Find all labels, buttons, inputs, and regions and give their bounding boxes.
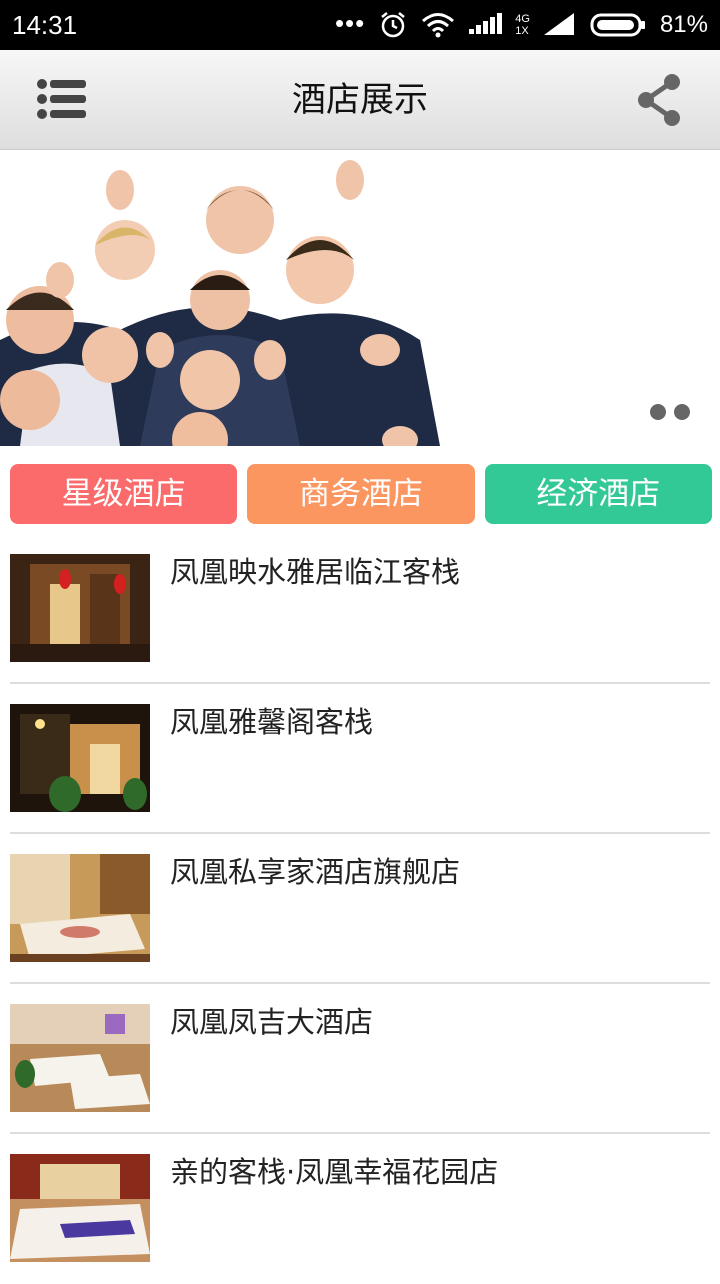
list-item[interactable]: 凤凰映水雅居临江客栈 bbox=[10, 534, 710, 684]
hotel-name: 亲的客栈·凤凰幸福花园店 bbox=[170, 1155, 499, 1189]
hotel-name: 凤凰私享家酒店旗舰店 bbox=[170, 855, 461, 889]
budget-hotel-button[interactable]: 经济酒店 bbox=[484, 464, 712, 524]
battery-icon bbox=[590, 13, 645, 37]
hotel-entrance-photo bbox=[10, 704, 150, 812]
hotel-name: 凤凰凤吉大酒店 bbox=[170, 1005, 374, 1039]
app-header: 酒店展示 bbox=[0, 50, 720, 150]
list-item[interactable]: 亲的客栈·凤凰幸福花园店 bbox=[10, 1134, 710, 1284]
network-type-label: 4G bbox=[515, 13, 530, 25]
hotel-thumbnail bbox=[10, 854, 150, 962]
status-time: 14:31 bbox=[12, 10, 78, 40]
crowd-thumbs-up-photo bbox=[0, 150, 720, 446]
network-sub-label: 1X bbox=[515, 25, 529, 37]
hotel-double-room-photo bbox=[10, 1154, 150, 1262]
list-item[interactable]: 凤凰私享家酒店旗舰店 bbox=[10, 834, 710, 984]
battery-percent: 81% bbox=[659, 11, 708, 38]
hotel-bedroom-photo bbox=[10, 854, 150, 962]
status-icons: ••• 4G 1X 81% bbox=[335, 6, 708, 44]
more-dots: ••• bbox=[334, 8, 366, 38]
alarm-icon bbox=[381, 12, 406, 38]
carousel-indicator bbox=[650, 404, 690, 420]
list-item[interactable]: 凤凰雅馨阁客栈 bbox=[10, 684, 710, 834]
carousel-dot[interactable] bbox=[674, 404, 690, 420]
star-hotel-button[interactable]: 星级酒店 bbox=[10, 464, 238, 524]
signal-icon bbox=[469, 13, 503, 34]
hotel-list: 凤凰映水雅居临江客栈 凤凰雅馨阁客栈 凤凰私享家酒店旗舰店 凤凰凤吉大酒店 亲的… bbox=[10, 534, 710, 1284]
hotel-thumbnail bbox=[10, 704, 150, 812]
wifi-icon bbox=[422, 13, 455, 38]
share-icon bbox=[638, 74, 680, 126]
banner-carousel[interactable] bbox=[0, 150, 720, 446]
cell-signal-icon bbox=[543, 13, 574, 35]
page-title: 酒店展示 bbox=[292, 80, 428, 120]
hotel-name: 凤凰雅馨阁客栈 bbox=[170, 705, 374, 739]
share-button[interactable] bbox=[634, 72, 686, 128]
network-type: 4G 1X bbox=[515, 13, 530, 37]
hotel-thumbnail bbox=[10, 1004, 150, 1112]
status-bar: 14:31 ••• 4G 1X 81% bbox=[0, 0, 720, 50]
hotel-thumbnail bbox=[10, 1154, 150, 1262]
hotel-thumbnail bbox=[10, 554, 150, 662]
category-tabs: 星级酒店 商务酒店 经济酒店 bbox=[10, 464, 712, 524]
hotel-lobby-photo bbox=[10, 554, 150, 662]
hotel-twin-room-photo bbox=[10, 1004, 150, 1112]
list-item[interactable]: 凤凰凤吉大酒店 bbox=[10, 984, 710, 1134]
carousel-dot[interactable] bbox=[650, 404, 666, 420]
hotel-name: 凤凰映水雅居临江客栈 bbox=[170, 555, 461, 589]
business-hotel-button[interactable]: 商务酒店 bbox=[247, 464, 475, 524]
